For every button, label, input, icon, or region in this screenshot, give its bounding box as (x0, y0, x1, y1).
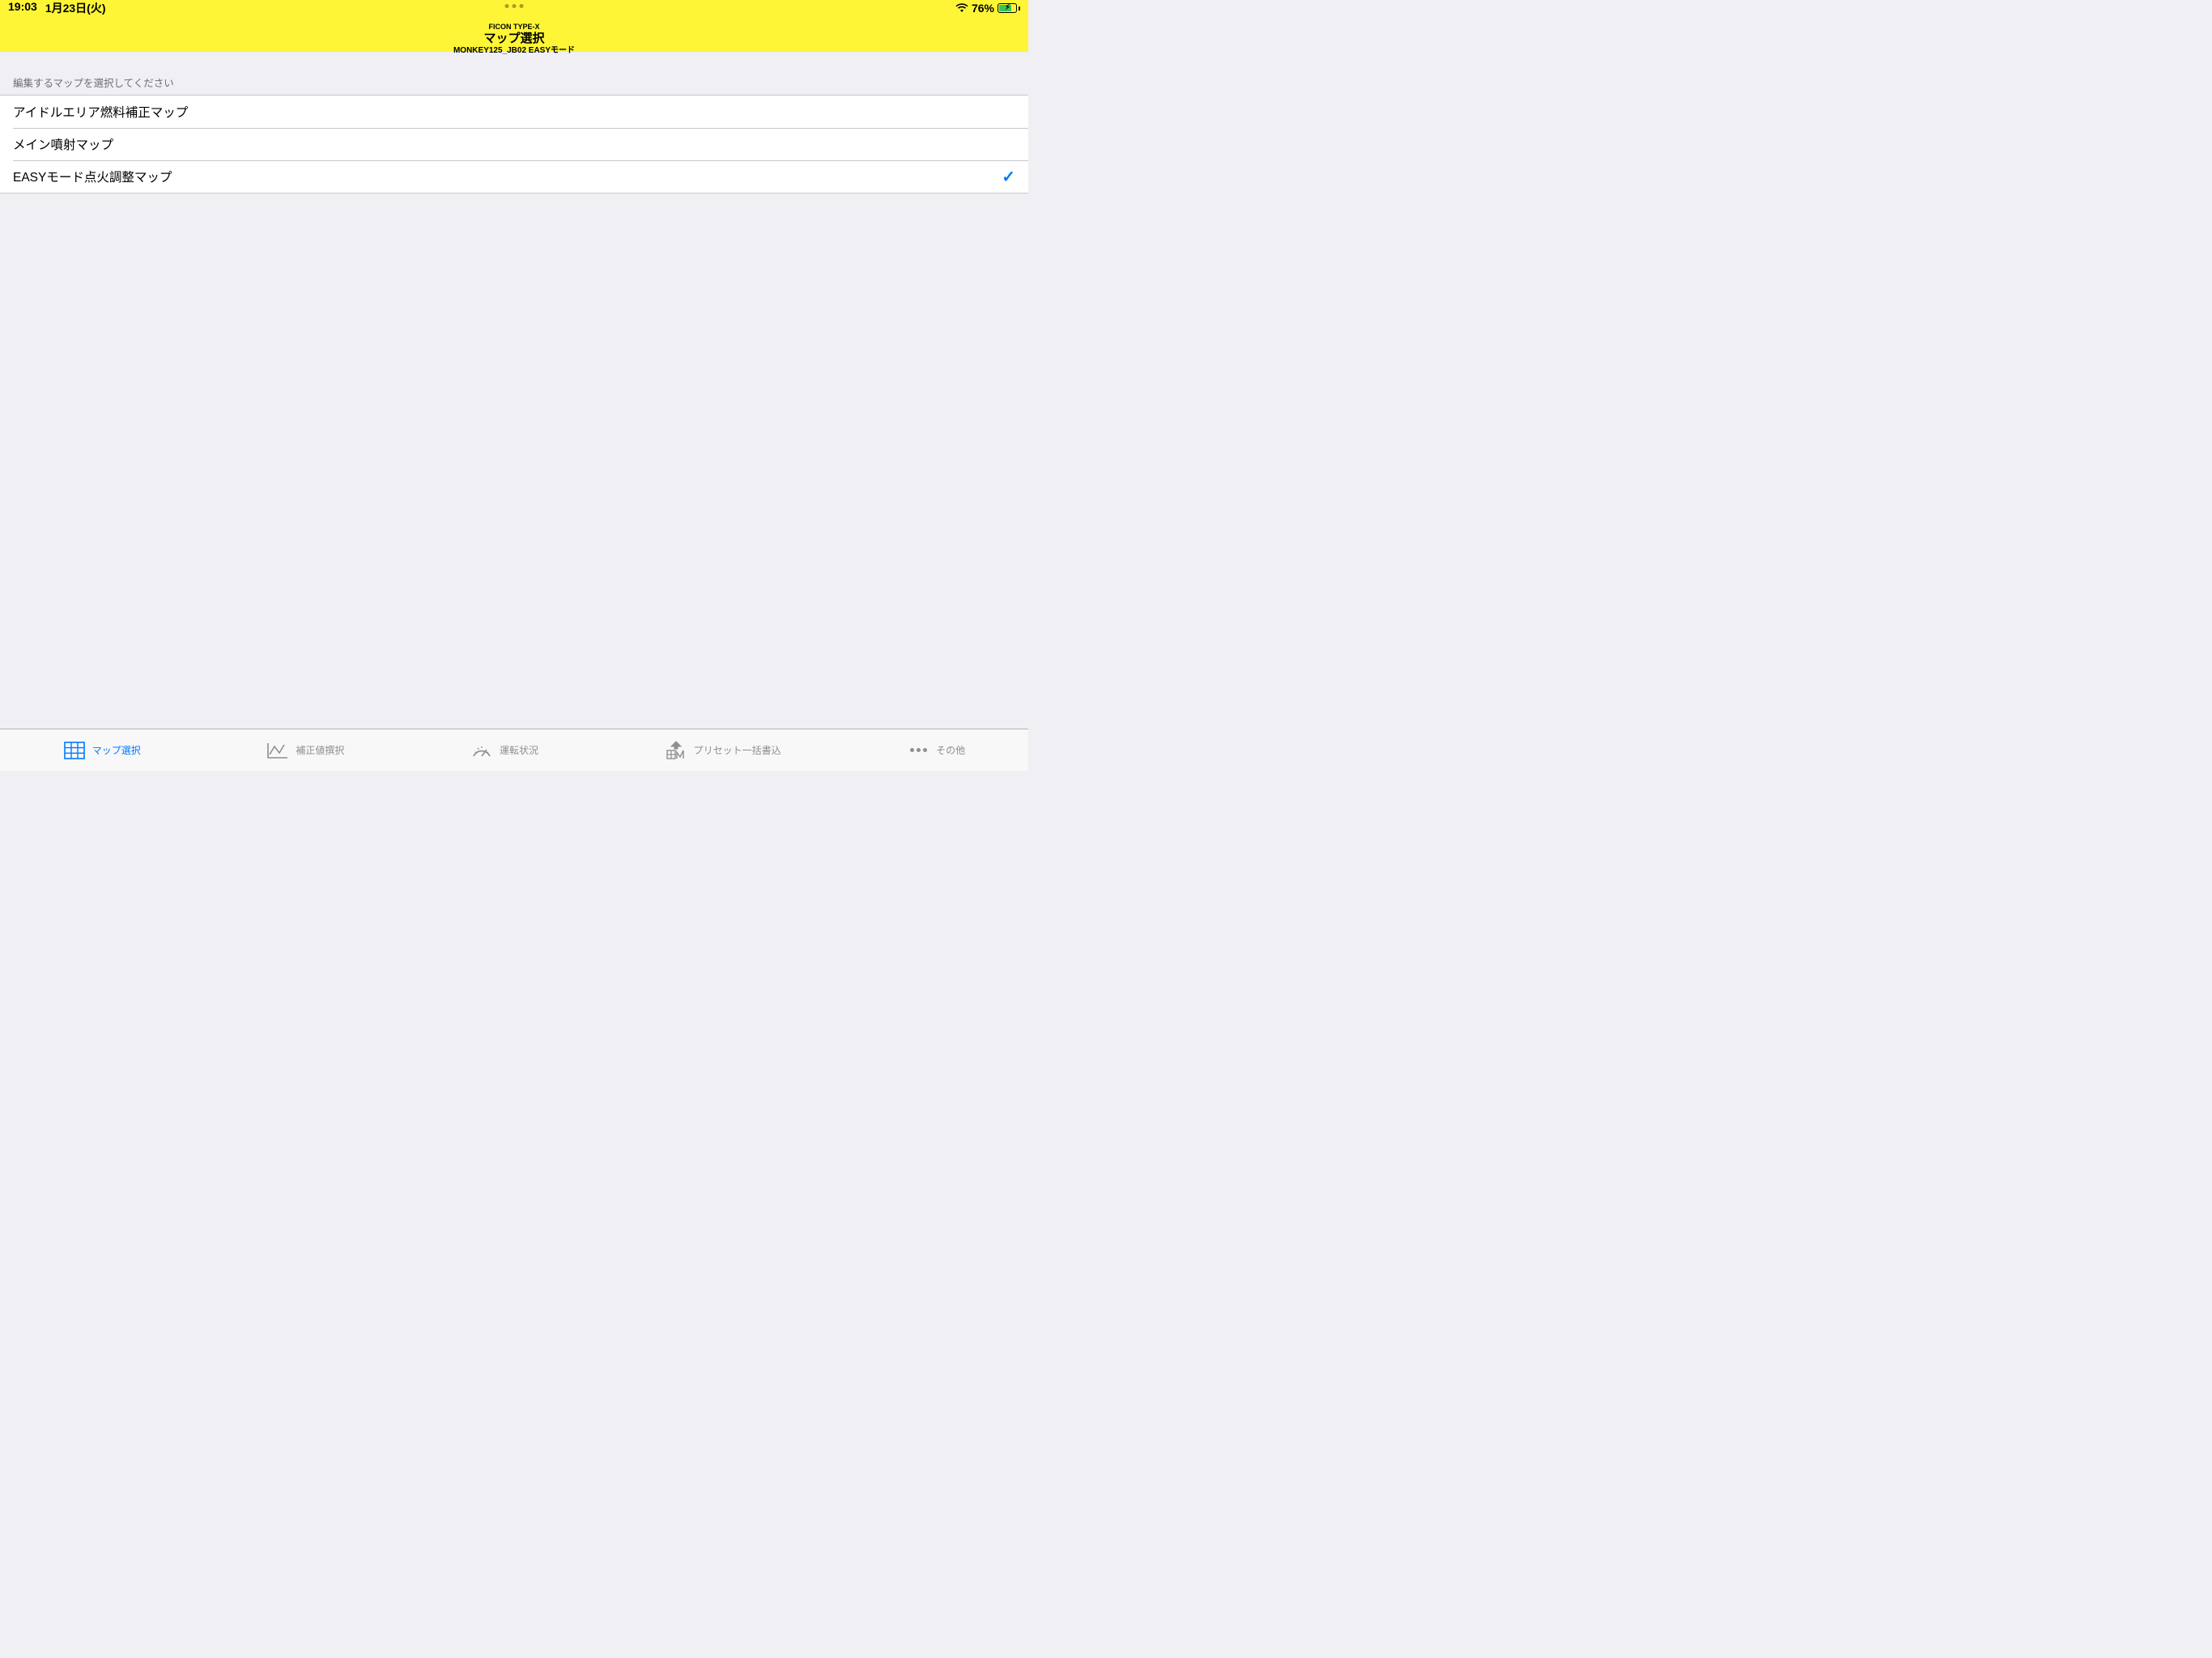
app-header: 19:03 1月23日(火) 76% ⚡︎ (0, 0, 1028, 52)
status-bar: 19:03 1月23日(火) 76% ⚡︎ (0, 0, 1028, 16)
tab-map-select[interactable]: マップ選択 (63, 741, 141, 760)
map-row-label: EASYモード点火調整マップ (13, 168, 172, 185)
multitask-dots[interactable] (505, 4, 524, 8)
map-row-easy-ignition[interactable]: EASYモード点火調整マップ ✓ (0, 160, 1028, 193)
status-time: 19:03 (8, 0, 37, 16)
map-list: アイドルエリア燃料補正マップ メイン噴射マップ EASYモード点火調整マップ ✓ (0, 95, 1028, 193)
status-date: 1月23日(火) (45, 0, 106, 16)
nav-supertitle: FICON TYPE-X (0, 23, 1028, 32)
nav-subtitle: MONKEY125_JB02 EASYモード (0, 46, 1028, 56)
nav-title-block: FICON TYPE-X マップ選択 MONKEY125_JB02 EASYモー… (0, 23, 1028, 56)
tab-label: その他 (936, 743, 965, 757)
tab-correction-select[interactable]: 補正値撰択 (266, 741, 344, 760)
tab-label: 補正値撰択 (296, 743, 344, 757)
tab-label: マップ選択 (92, 743, 141, 757)
tab-preset-write[interactable]: プリセット一括書込 (665, 741, 781, 760)
map-row-label: アイドルエリア燃料補正マップ (13, 103, 188, 121)
tab-bar: マップ選択 補正値撰択 運転状況 (0, 729, 1028, 771)
battery-percent: 76% (972, 2, 994, 15)
wifi-icon (955, 3, 968, 13)
map-row-main-injection[interactable]: メイン噴射マップ (0, 128, 1028, 160)
tab-label: プリセット一括書込 (694, 743, 781, 757)
section-header: 編集するマップを選択してください (0, 52, 1028, 95)
tab-label: 運転状況 (500, 743, 538, 757)
checkmark-icon: ✓ (1002, 167, 1015, 187)
chart-line-icon (266, 741, 289, 760)
tab-operation-status[interactable]: 運転状況 (470, 741, 538, 760)
more-icon (907, 741, 929, 760)
map-row-label: メイン噴射マップ (13, 135, 113, 153)
content-scroll[interactable]: 編集するマップを選択してください アイドルエリア燃料補正マップ メイン噴射マップ… (0, 52, 1028, 729)
battery-icon: ⚡︎ (998, 3, 1020, 13)
upload-grid-icon (665, 741, 687, 760)
grid-icon (63, 741, 86, 760)
gauge-icon (470, 741, 493, 760)
map-row-idle-fuel[interactable]: アイドルエリア燃料補正マップ (0, 96, 1028, 128)
nav-title: マップ選択 (0, 32, 1028, 46)
tab-more[interactable]: その他 (907, 741, 965, 760)
